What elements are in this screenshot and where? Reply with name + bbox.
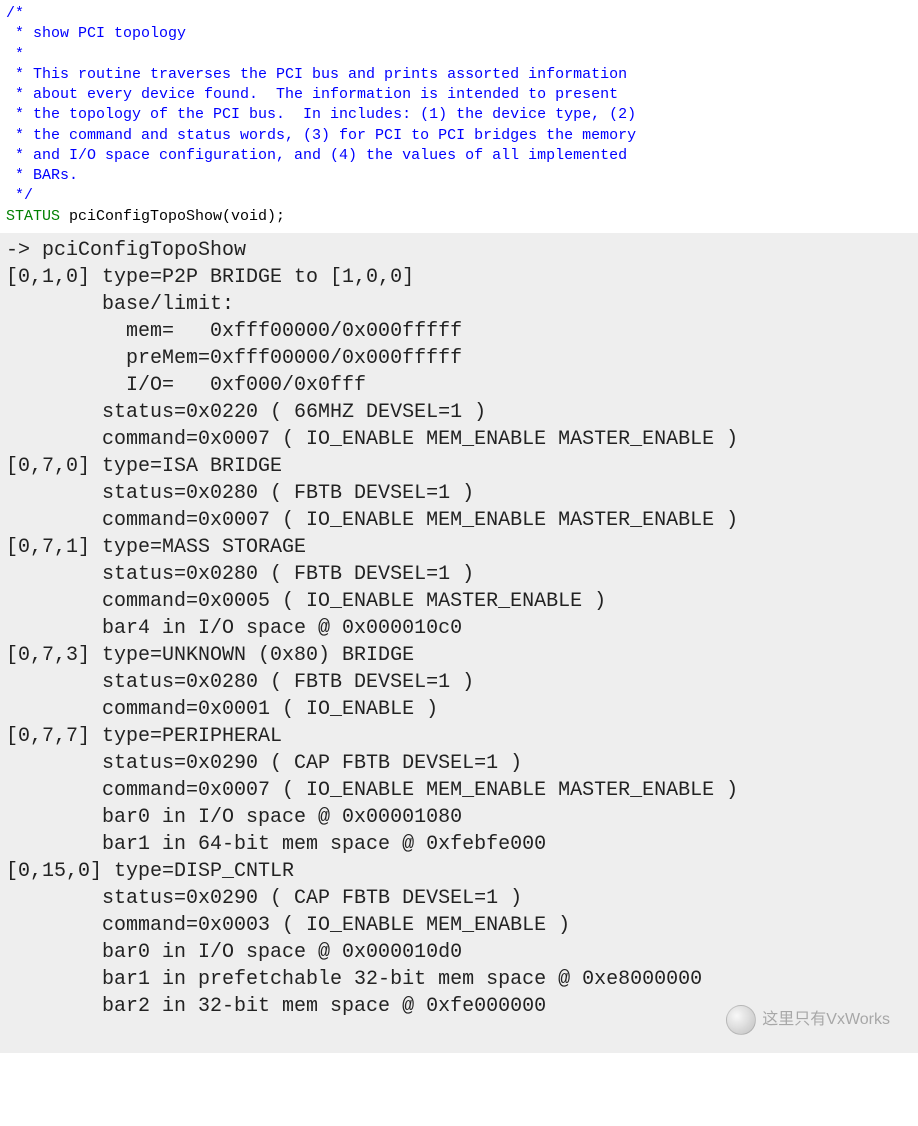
source-comment-block: /* * show PCI topology * * This routine … — [0, 0, 918, 207]
source-declaration: STATUS pciConfigTopoShow(void); — [0, 207, 918, 233]
status-keyword: STATUS — [6, 208, 60, 225]
function-signature: pciConfigTopoShow(void); — [60, 208, 285, 225]
terminal-output: -> pciConfigTopoShow [0,1,0] type=P2P BR… — [0, 233, 918, 1053]
watermark: 这里只有VxWorks — [726, 1005, 890, 1035]
watermark-icon — [726, 1005, 756, 1035]
watermark-text: 这里只有VxWorks — [762, 1009, 890, 1031]
